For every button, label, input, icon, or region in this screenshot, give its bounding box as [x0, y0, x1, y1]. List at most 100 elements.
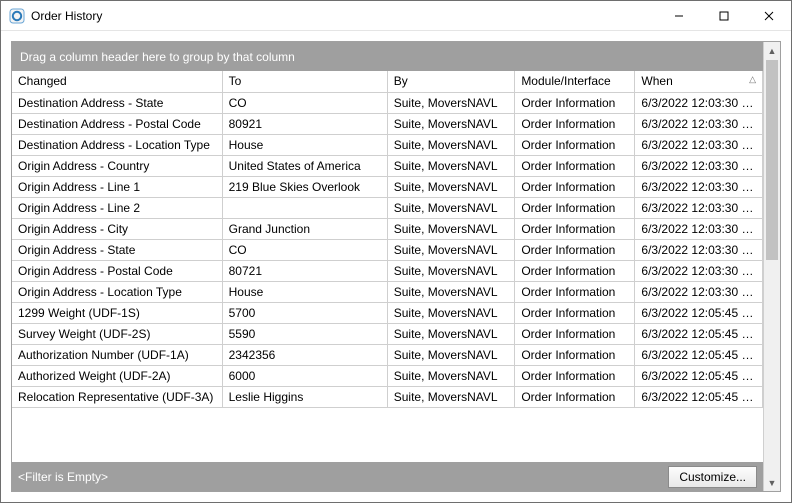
cell-by[interactable]: Suite, MoversNAVL [387, 176, 515, 197]
cell-when[interactable]: 6/3/2022 12:03:30 PM [635, 281, 763, 302]
cell-to[interactable]: 219 Blue Skies Overlook [222, 176, 387, 197]
cell-by[interactable]: Suite, MoversNAVL [387, 197, 515, 218]
table-row[interactable]: Authorization Number (UDF-1A)2342356Suit… [12, 344, 763, 365]
cell-changed[interactable]: Origin Address - Line 2 [12, 197, 222, 218]
cell-to[interactable]: 5590 [222, 323, 387, 344]
cell-by[interactable]: Suite, MoversNAVL [387, 92, 515, 113]
cell-when[interactable]: 6/3/2022 12:03:30 PM [635, 218, 763, 239]
table-row[interactable]: Origin Address - Line 1219 Blue Skies Ov… [12, 176, 763, 197]
cell-module[interactable]: Order Information [515, 113, 635, 134]
cell-when[interactable]: 6/3/2022 12:03:30 PM [635, 260, 763, 281]
cell-changed[interactable]: Authorization Number (UDF-1A) [12, 344, 222, 365]
cell-changed[interactable]: Relocation Representative (UDF-3A) [12, 386, 222, 407]
cell-module[interactable]: Order Information [515, 155, 635, 176]
cell-module[interactable]: Order Information [515, 218, 635, 239]
table-row[interactable]: Authorized Weight (UDF-2A)6000Suite, Mov… [12, 365, 763, 386]
cell-when[interactable]: 6/3/2022 12:03:30 PM [635, 113, 763, 134]
scrollbar-thumb[interactable] [766, 60, 778, 260]
cell-to[interactable]: 6000 [222, 365, 387, 386]
minimize-button[interactable] [656, 1, 701, 30]
col-header-module[interactable]: Module/Interface [515, 71, 635, 92]
cell-by[interactable]: Suite, MoversNAVL [387, 281, 515, 302]
cell-changed[interactable]: Origin Address - Country [12, 155, 222, 176]
cell-when[interactable]: 6/3/2022 12:03:30 PM [635, 176, 763, 197]
table-row[interactable]: Origin Address - Location TypeHouseSuite… [12, 281, 763, 302]
cell-to[interactable]: Leslie Higgins [222, 386, 387, 407]
cell-changed[interactable]: Origin Address - City [12, 218, 222, 239]
table-row[interactable]: Origin Address - Postal Code80721Suite, … [12, 260, 763, 281]
table-row[interactable]: Survey Weight (UDF-2S)5590Suite, MoversN… [12, 323, 763, 344]
cell-to[interactable]: CO [222, 239, 387, 260]
cell-changed[interactable]: Origin Address - State [12, 239, 222, 260]
table-scroll-region[interactable]: Changed To By Module/Interface When △ [12, 71, 763, 462]
cell-when[interactable]: 6/3/2022 12:03:30 PM [635, 239, 763, 260]
cell-module[interactable]: Order Information [515, 176, 635, 197]
cell-when[interactable]: 6/3/2022 12:05:45 PM [635, 344, 763, 365]
cell-by[interactable]: Suite, MoversNAVL [387, 365, 515, 386]
cell-when[interactable]: 6/3/2022 12:05:45 PM [635, 302, 763, 323]
cell-when[interactable]: 6/3/2022 12:03:30 PM [635, 134, 763, 155]
group-by-panel[interactable]: Drag a column header here to group by th… [12, 42, 763, 71]
cell-changed[interactable]: Destination Address - Postal Code [12, 113, 222, 134]
cell-module[interactable]: Order Information [515, 239, 635, 260]
cell-changed[interactable]: Origin Address - Location Type [12, 281, 222, 302]
cell-to[interactable] [222, 197, 387, 218]
scroll-down-arrow-icon[interactable]: ▼ [764, 474, 780, 491]
table-row[interactable]: 1299 Weight (UDF-1S)5700Suite, MoversNAV… [12, 302, 763, 323]
cell-module[interactable]: Order Information [515, 92, 635, 113]
cell-changed[interactable]: Destination Address - State [12, 92, 222, 113]
cell-module[interactable]: Order Information [515, 197, 635, 218]
col-header-by[interactable]: By [387, 71, 515, 92]
titlebar[interactable]: Order History [1, 1, 791, 31]
cell-changed[interactable]: Authorized Weight (UDF-2A) [12, 365, 222, 386]
close-button[interactable] [746, 1, 791, 30]
cell-when[interactable]: 6/3/2022 12:03:30 PM [635, 92, 763, 113]
table-row[interactable]: Origin Address - CountryUnited States of… [12, 155, 763, 176]
customize-button[interactable]: Customize... [668, 466, 757, 488]
maximize-button[interactable] [701, 1, 746, 30]
cell-module[interactable]: Order Information [515, 260, 635, 281]
col-header-changed[interactable]: Changed [12, 71, 222, 92]
col-header-to[interactable]: To [222, 71, 387, 92]
cell-to[interactable]: CO [222, 92, 387, 113]
cell-module[interactable]: Order Information [515, 386, 635, 407]
cell-changed[interactable]: Destination Address - Location Type [12, 134, 222, 155]
table-row[interactable]: Origin Address - Line 2 Suite, MoversNAVL… [12, 197, 763, 218]
cell-to[interactable]: 2342356 [222, 344, 387, 365]
table-row[interactable]: Destination Address - Location TypeHouse… [12, 134, 763, 155]
table-row[interactable]: Origin Address - CityGrand JunctionSuite… [12, 218, 763, 239]
col-header-when[interactable]: When △ [635, 71, 763, 92]
cell-by[interactable]: Suite, MoversNAVL [387, 302, 515, 323]
table-row[interactable]: Relocation Representative (UDF-3A)Leslie… [12, 386, 763, 407]
cell-by[interactable]: Suite, MoversNAVL [387, 323, 515, 344]
cell-by[interactable]: Suite, MoversNAVL [387, 344, 515, 365]
vertical-scrollbar[interactable]: ▲ ▼ [763, 42, 780, 491]
cell-by[interactable]: Suite, MoversNAVL [387, 155, 515, 176]
cell-when[interactable]: 6/3/2022 12:05:45 PM [635, 386, 763, 407]
cell-to[interactable]: 80721 [222, 260, 387, 281]
cell-when[interactable]: 6/3/2022 12:05:45 PM [635, 365, 763, 386]
table-row[interactable]: Destination Address - StateCOSuite, Move… [12, 92, 763, 113]
cell-by[interactable]: Suite, MoversNAVL [387, 239, 515, 260]
cell-to[interactable]: House [222, 281, 387, 302]
cell-changed[interactable]: Origin Address - Postal Code [12, 260, 222, 281]
cell-changed[interactable]: 1299 Weight (UDF-1S) [12, 302, 222, 323]
table-row[interactable]: Destination Address - Postal Code80921Su… [12, 113, 763, 134]
cell-to[interactable]: United States of America [222, 155, 387, 176]
cell-by[interactable]: Suite, MoversNAVL [387, 260, 515, 281]
cell-when[interactable]: 6/3/2022 12:03:30 PM [635, 155, 763, 176]
cell-changed[interactable]: Survey Weight (UDF-2S) [12, 323, 222, 344]
cell-to[interactable]: House [222, 134, 387, 155]
cell-by[interactable]: Suite, MoversNAVL [387, 113, 515, 134]
scroll-up-arrow-icon[interactable]: ▲ [764, 42, 780, 59]
cell-by[interactable]: Suite, MoversNAVL [387, 134, 515, 155]
table-row[interactable]: Origin Address - StateCOSuite, MoversNAV… [12, 239, 763, 260]
cell-module[interactable]: Order Information [515, 365, 635, 386]
cell-module[interactable]: Order Information [515, 344, 635, 365]
cell-when[interactable]: 6/3/2022 12:05:45 PM [635, 323, 763, 344]
cell-to[interactable]: 80921 [222, 113, 387, 134]
cell-when[interactable]: 6/3/2022 12:03:30 PM [635, 197, 763, 218]
cell-module[interactable]: Order Information [515, 302, 635, 323]
cell-by[interactable]: Suite, MoversNAVL [387, 386, 515, 407]
cell-module[interactable]: Order Information [515, 281, 635, 302]
